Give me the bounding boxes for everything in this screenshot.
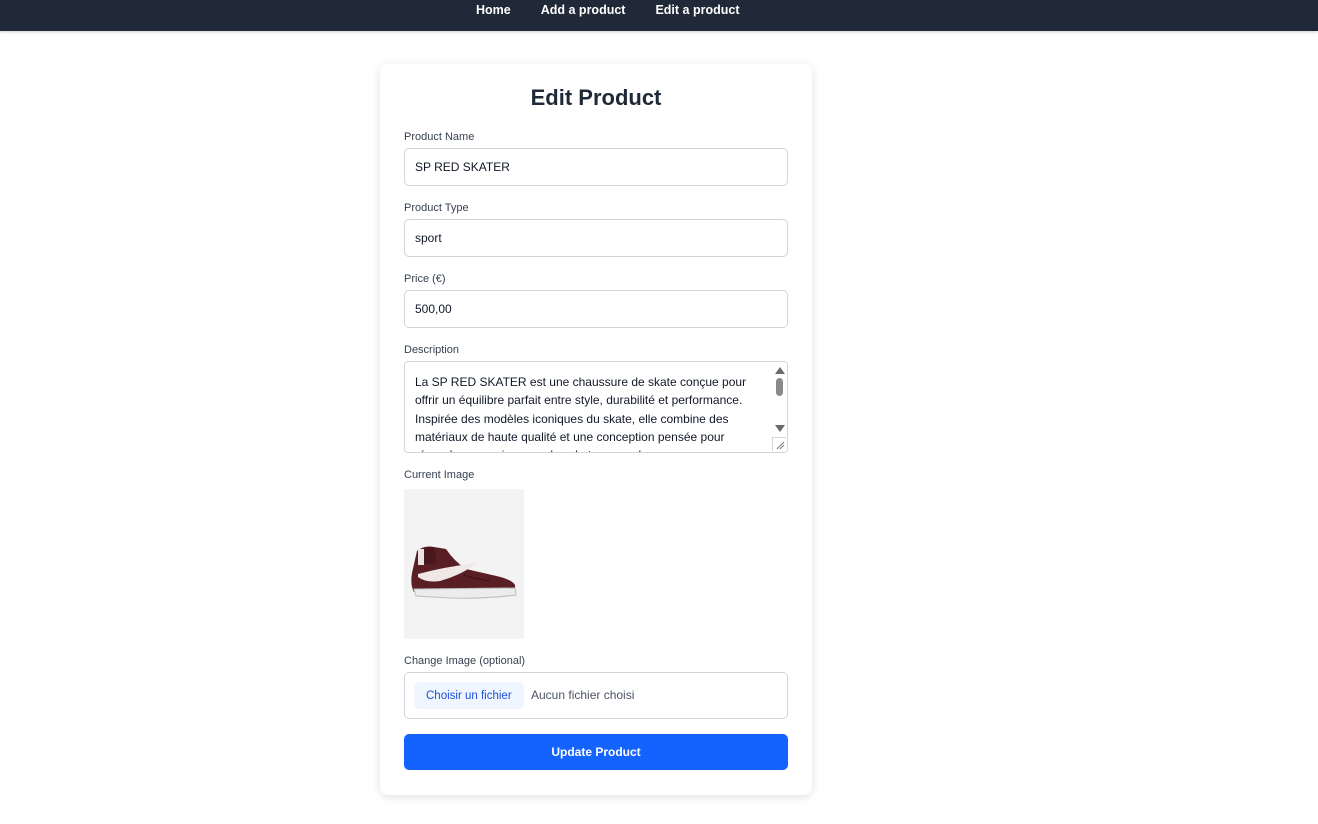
- file-status-text: Aucun fichier choisi: [531, 688, 635, 702]
- nav-add-product-link[interactable]: Add a product: [541, 3, 626, 17]
- price-value: 500,00: [415, 302, 452, 316]
- update-product-button[interactable]: Update Product: [404, 734, 788, 770]
- current-product-image: [404, 489, 524, 639]
- description-textarea[interactable]: La SP RED SKATER est une chaussure de sk…: [404, 361, 788, 453]
- description-text: La SP RED SKATER est une chaussure de sk…: [415, 375, 747, 452]
- product-name-value: SP RED SKATER: [415, 160, 510, 174]
- nav-links: Home Add a product Edit a product: [476, 3, 769, 17]
- file-input[interactable]: Choisir un fichier Aucun fichier choisi: [404, 672, 788, 719]
- product-type-input[interactable]: sport: [404, 219, 788, 257]
- price-label: Price (€): [404, 273, 446, 285]
- scroll-down-arrow-icon[interactable]: [775, 425, 785, 432]
- page-title: Edit Product: [530, 85, 662, 110]
- product-name-label: Product Name: [404, 131, 475, 143]
- nav-edit-product-link[interactable]: Edit a product: [655, 3, 739, 17]
- navbar: Home Add a product Edit a product: [0, 0, 1318, 31]
- shoe-icon: [411, 546, 517, 599]
- current-image-label: Current Image: [404, 469, 475, 481]
- product-type-label: Product Type: [404, 202, 469, 214]
- edit-product-card: Edit Product Product Name SP RED SKATER …: [380, 64, 812, 795]
- scroll-up-arrow-icon[interactable]: [775, 367, 785, 374]
- nav-home-link[interactable]: Home: [476, 3, 511, 17]
- description-label: Description: [404, 344, 460, 356]
- change-image-label: Change Image (optional): [404, 655, 526, 667]
- resize-grip-icon[interactable]: [772, 437, 786, 451]
- product-name-input[interactable]: SP RED SKATER: [404, 148, 788, 186]
- scroll-thumb[interactable]: [776, 378, 783, 396]
- price-input[interactable]: 500,00: [404, 290, 788, 328]
- product-type-value: sport: [415, 231, 442, 245]
- choose-file-button[interactable]: Choisir un fichier: [414, 682, 524, 709]
